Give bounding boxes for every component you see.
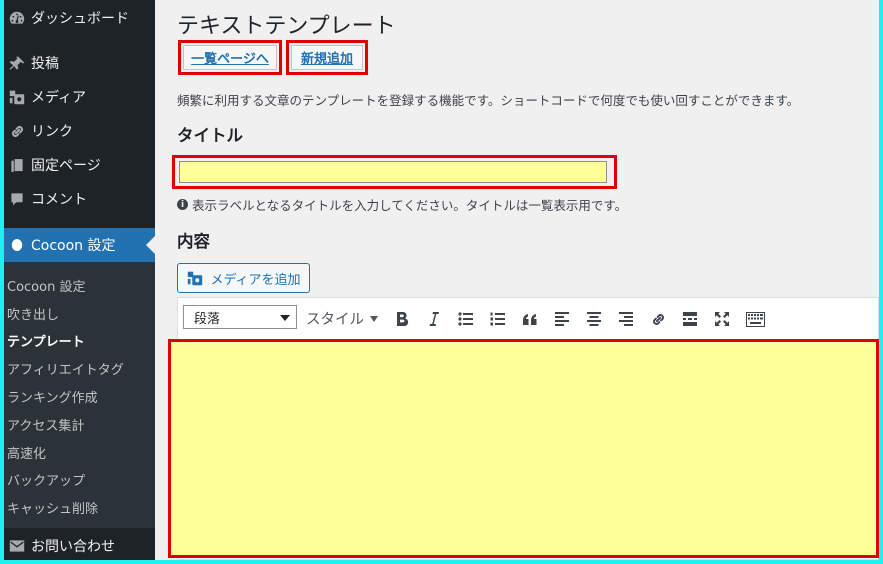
title-help-text: i 表示ラベルとなるタイトルを入力してください。タイトルは一覧表示用です。: [177, 195, 627, 214]
menu-item-media[interactable]: メディア: [4, 80, 155, 114]
menu-item-links[interactable]: リンク: [4, 114, 155, 148]
editor-toolbar: 段落 スタイル: [178, 298, 878, 340]
media-icon: [4, 88, 30, 106]
title-input[interactable]: [179, 161, 607, 183]
mail-icon: [4, 539, 30, 553]
bullet-list-icon[interactable]: [457, 310, 475, 328]
insert-link-icon[interactable]: [649, 310, 667, 328]
menu-label: お問い合わせ: [31, 539, 115, 555]
cocoon-icon: [4, 237, 30, 253]
content-section-heading: 内容: [177, 232, 210, 251]
fullscreen-icon[interactable]: [713, 310, 731, 328]
menu-item-posts[interactable]: 投稿: [4, 46, 155, 80]
menu-item-cocoon-settings[interactable]: Cocoon 設定: [4, 228, 155, 262]
submenu-item-speedup[interactable]: 高速化: [7, 443, 46, 462]
menu-label: 固定ページ: [31, 158, 101, 174]
caret-down-icon: [370, 315, 378, 322]
menu-label: メディア: [31, 90, 87, 106]
style-dropdown[interactable]: スタイル: [306, 308, 378, 329]
submenu-item-speech-balloon[interactable]: 吹き出し: [7, 304, 59, 323]
page-description: 頻繁に利用する文章のテンプレートを登録する機能です。ショートコードで何度でも使い…: [177, 93, 800, 108]
menu-label: ダッシュボード: [31, 11, 129, 27]
menu-label: 投稿: [31, 56, 59, 72]
media-icon: [186, 269, 204, 287]
info-icon: i: [177, 199, 188, 210]
chevron-down-icon: [280, 315, 290, 321]
submenu-item-backup[interactable]: バックアップ: [7, 470, 85, 489]
comment-icon: [4, 191, 30, 207]
menu-item-contact[interactable]: お問い合わせ: [4, 529, 155, 560]
numbered-list-icon[interactable]: [489, 310, 507, 328]
main-content: テキストテンプレート 一覧ページへ 新規追加 頻繁に利用する文章のテンプレートを…: [155, 0, 879, 560]
help-text: 表示ラベルとなるタイトルを入力してください。タイトルは一覧表示用です。: [192, 198, 628, 213]
admin-sidebar: ダッシュボード 投稿 メディア リンク 固定ページ コメント Cocoon 設定…: [4, 0, 155, 560]
bold-icon[interactable]: [393, 310, 411, 328]
menu-label: Cocoon 設定: [31, 238, 116, 254]
pages-icon: [4, 157, 30, 174]
align-left-icon[interactable]: [553, 310, 571, 328]
title-section-heading: タイトル: [177, 126, 243, 145]
annotation-highlight-box: [168, 339, 879, 558]
menu-item-dashboard[interactable]: ダッシュボード: [4, 1, 155, 35]
page-title: テキストテンプレート: [177, 14, 396, 39]
submenu-item-access-stats[interactable]: アクセス集計: [7, 415, 84, 434]
menu-item-pages[interactable]: 固定ページ: [4, 148, 155, 182]
align-center-icon[interactable]: [585, 310, 603, 328]
submenu-item-template[interactable]: テンプレート: [7, 331, 85, 350]
align-right-icon[interactable]: [617, 310, 635, 328]
toolbar-toggle-icon[interactable]: [745, 310, 765, 328]
add-media-button[interactable]: メディアを追加: [177, 263, 310, 293]
italic-icon[interactable]: [425, 310, 443, 328]
add-new-button[interactable]: 新規追加: [291, 45, 363, 70]
add-media-label: メディアを追加: [210, 272, 301, 288]
submenu-item-clear-cache[interactable]: キャッシュ削除: [7, 498, 98, 517]
current-menu-arrow: [146, 236, 155, 254]
cocoon-submenu: Cocoon 設定 吹き出し テンプレート アフィリエイトタグ ランキング作成 …: [4, 262, 155, 528]
blockquote-icon[interactable]: [521, 310, 539, 328]
style-label: スタイル: [306, 312, 364, 328]
menu-label: コメント: [31, 192, 87, 208]
dashboard-icon: [4, 9, 30, 27]
submenu-item-affiliate-tag[interactable]: アフィリエイトタグ: [7, 359, 124, 378]
read-more-icon[interactable]: [681, 310, 699, 328]
list-page-button[interactable]: 一覧ページへ: [183, 45, 277, 70]
submenu-item-cocoon-settings[interactable]: Cocoon 設定: [7, 276, 85, 295]
menu-item-comments[interactable]: コメント: [4, 182, 155, 216]
menu-label: リンク: [31, 124, 73, 140]
format-select-value: 段落: [194, 311, 221, 327]
format-select[interactable]: 段落: [183, 305, 297, 329]
link-icon: [4, 123, 30, 140]
submenu-item-ranking[interactable]: ランキング作成: [7, 387, 98, 406]
pin-icon: [4, 55, 30, 72]
